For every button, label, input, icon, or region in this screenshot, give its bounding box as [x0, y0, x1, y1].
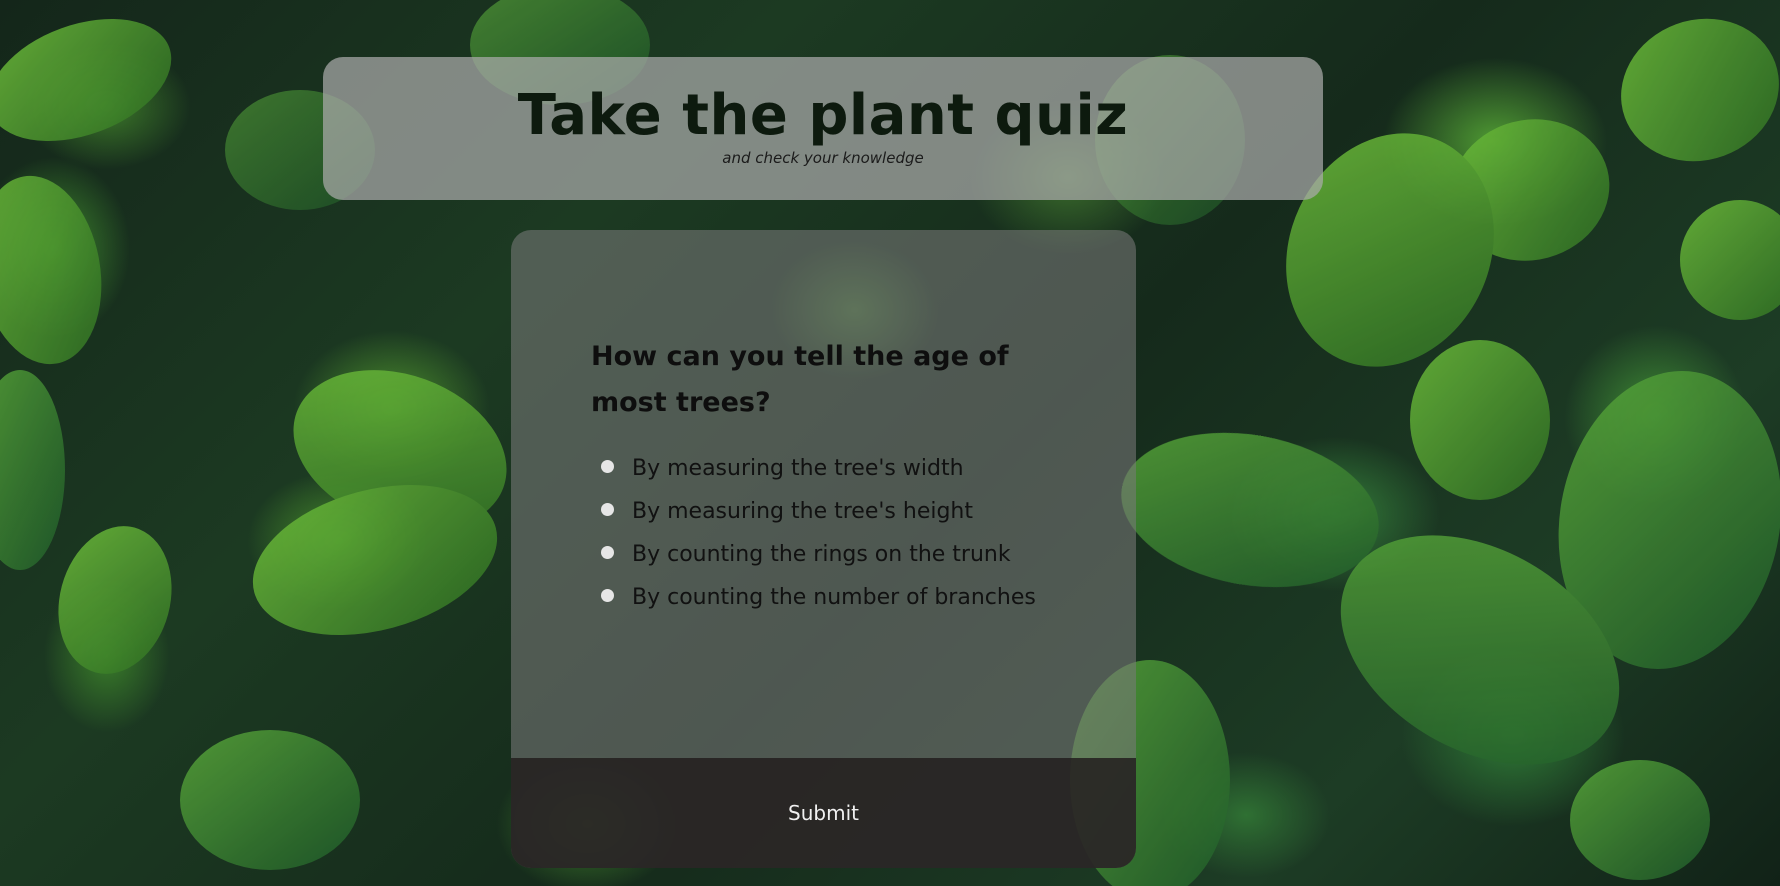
radio-button-icon[interactable] [601, 503, 614, 516]
quiz-question: How can you tell the age of most trees? [591, 341, 1009, 418]
radio-button-icon[interactable] [601, 589, 614, 602]
header-panel: Take the plant quiz and check your knowl… [323, 57, 1323, 200]
answer-option[interactable]: By measuring the tree's height [591, 495, 1061, 529]
answer-option[interactable]: By counting the number of branches [591, 581, 1061, 615]
quiz-body: How can you tell the age of most trees? … [511, 230, 1136, 758]
answer-option[interactable]: By counting the rings on the trunk [591, 538, 1061, 572]
answer-label: By counting the rings on the trunk [632, 542, 1011, 567]
radio-button-icon[interactable] [601, 460, 614, 473]
submit-button-label: Submit [788, 801, 859, 825]
submit-button[interactable]: Submit [511, 758, 1136, 868]
page-subtitle: and check your knowledge [722, 149, 924, 167]
answer-label: By measuring the tree's width [632, 456, 964, 481]
answer-label: By counting the number of branches [632, 585, 1036, 610]
answer-option[interactable]: By measuring the tree's width [591, 452, 1061, 486]
answer-label: By measuring the tree's height [632, 499, 973, 524]
page-title: Take the plant quiz [517, 83, 1129, 148]
answer-list: By measuring the tree's width By measuri… [591, 452, 1056, 615]
radio-button-icon[interactable] [601, 546, 614, 559]
quiz-card: How can you tell the age of most trees? … [511, 230, 1136, 868]
